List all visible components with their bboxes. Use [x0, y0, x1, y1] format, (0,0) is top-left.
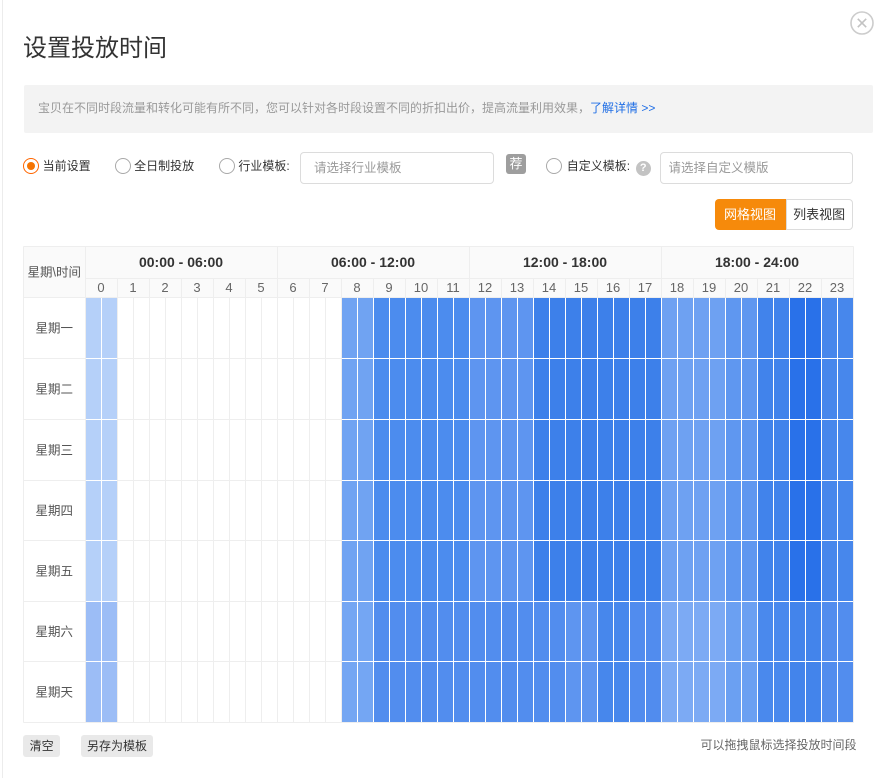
svg-text:15: 15 [574, 280, 588, 295]
svg-text:4: 4 [225, 280, 232, 295]
svg-text:22: 22 [798, 280, 812, 295]
svg-text:14: 14 [542, 280, 556, 295]
svg-text:星期一: 星期一 [35, 321, 73, 335]
svg-text:12: 12 [478, 280, 492, 295]
svg-text:16: 16 [606, 280, 620, 295]
svg-text:18: 18 [670, 280, 684, 295]
svg-text:星期天: 星期天 [35, 685, 73, 699]
svg-text:13: 13 [510, 280, 524, 295]
svg-text:星期三: 星期三 [35, 443, 73, 457]
svg-text:0: 0 [97, 280, 104, 295]
svg-text:7: 7 [321, 280, 328, 295]
svg-text:11: 11 [446, 280, 460, 295]
svg-text:星期四: 星期四 [35, 504, 73, 518]
svg-text:6: 6 [289, 280, 296, 295]
svg-text:星期二: 星期二 [35, 382, 73, 396]
svg-text:18:00 - 24:00: 18:00 - 24:00 [715, 254, 799, 270]
svg-text:21: 21 [766, 280, 780, 295]
svg-text:星期六: 星期六 [35, 625, 73, 639]
svg-text:12:00 - 18:00: 12:00 - 18:00 [523, 254, 607, 270]
svg-text:19: 19 [702, 280, 716, 295]
svg-text:00:00 - 06:00: 00:00 - 06:00 [139, 254, 223, 270]
svg-text:5: 5 [257, 280, 264, 295]
svg-text:06:00 - 12:00: 06:00 - 12:00 [331, 254, 415, 270]
svg-text:8: 8 [353, 280, 360, 295]
svg-text:1: 1 [129, 280, 136, 295]
svg-text:9: 9 [385, 280, 392, 295]
svg-text:3: 3 [193, 280, 200, 295]
svg-text:2: 2 [161, 280, 168, 295]
svg-text:17: 17 [638, 280, 652, 295]
svg-text:星期五: 星期五 [35, 564, 73, 578]
svg-text:20: 20 [734, 280, 748, 295]
svg-text:23: 23 [830, 280, 844, 295]
svg-text:星期\时间: 星期\时间 [28, 266, 81, 280]
svg-text:10: 10 [414, 280, 428, 295]
